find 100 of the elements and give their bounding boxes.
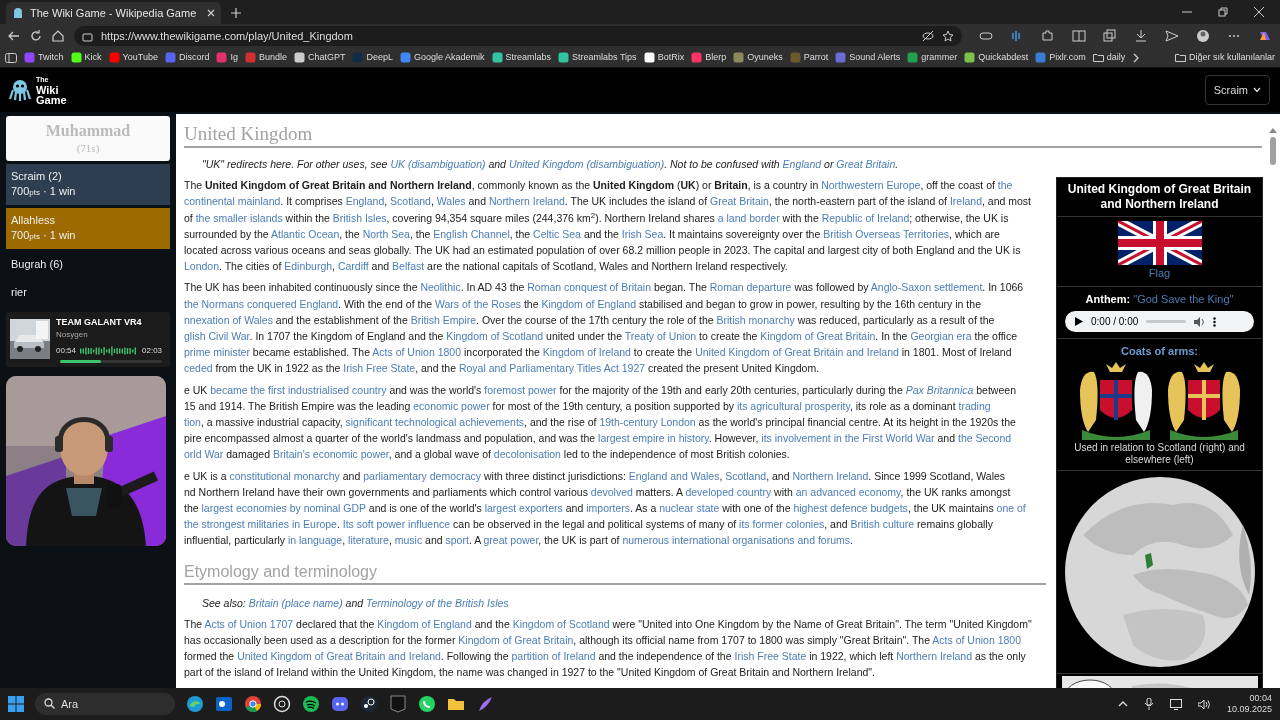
copilot-icon[interactable]: [1258, 29, 1272, 43]
link[interactable]: importers: [586, 502, 630, 515]
link[interactable]: Acts of Union 1800: [372, 346, 462, 359]
link[interactable]: Britain (place name): [248, 596, 343, 609]
chrome-icon[interactable]: [244, 695, 262, 713]
link[interactable]: a land border: [717, 211, 780, 224]
home-icon[interactable]: [52, 30, 64, 42]
bookmark[interactable]: grammer: [907, 50, 958, 65]
link[interactable]: Cardiff: [337, 260, 369, 273]
speaker-icon[interactable]: [1197, 698, 1211, 710]
bookmark[interactable]: Kick: [70, 50, 102, 65]
play-icon[interactable]: [1075, 317, 1083, 327]
audio-player[interactable]: 0:00 / 0:00: [1065, 311, 1254, 333]
link[interactable]: United Kingdom of Great Britain and Ireland: [695, 346, 899, 359]
link[interactable]: Treaty of Union: [624, 330, 697, 343]
link[interactable]: Pax Britannica: [905, 383, 974, 396]
music-app-icon[interactable]: [302, 695, 320, 713]
bookmark[interactable]: Ig: [216, 50, 238, 65]
link[interactable]: literature: [348, 534, 389, 547]
aperture-icon[interactable]: [273, 695, 291, 713]
link[interactable]: largest exporters: [484, 502, 563, 515]
link[interactable]: ceded: [184, 362, 213, 375]
link[interactable]: British Isles: [332, 211, 387, 224]
shield-app-icon[interactable]: [389, 695, 407, 713]
link[interactable]: Terminology of the British Isles: [366, 596, 509, 609]
chevron-icon[interactable]: [1132, 52, 1141, 63]
bookmark[interactable]: Streamlabs Tips: [558, 50, 637, 65]
user-menu-button[interactable]: Scraim: [1204, 74, 1270, 106]
link[interactable]: Neolithic: [420, 281, 461, 294]
link[interactable]: Wales: [436, 195, 466, 208]
bookmark[interactable]: Sound Alerts: [835, 50, 901, 65]
link[interactable]: Roman conquest of Britain: [527, 281, 651, 294]
tracking-icon[interactable]: [922, 30, 934, 42]
link[interactable]: one of: [996, 502, 1026, 515]
link[interactable]: British monarchy: [716, 313, 795, 326]
close-icon[interactable]: [207, 9, 215, 17]
split-screen-icon[interactable]: [1072, 29, 1086, 43]
link[interactable]: Ireland: [949, 195, 982, 208]
bookmark[interactable]: Google Akademik: [400, 50, 485, 65]
game-store-icon[interactable]: [360, 695, 378, 713]
close-icon[interactable]: [1254, 7, 1264, 17]
bookmark[interactable]: YouTube: [108, 50, 158, 65]
bookmark[interactable]: Streamlabs: [491, 50, 552, 65]
link[interactable]: 19th-century London: [599, 416, 696, 429]
link[interactable]: Acts of Union 1707: [204, 617, 294, 630]
link[interactable]: economic power: [413, 399, 490, 412]
bookmark[interactable]: Parrot: [789, 50, 829, 65]
link[interactable]: English Channel: [433, 227, 510, 240]
reload-icon[interactable]: [30, 30, 42, 42]
link[interactable]: nuclear state: [659, 502, 720, 515]
link[interactable]: prime minister: [184, 346, 250, 359]
link[interactable]: Roman departure: [709, 281, 792, 294]
link[interactable]: the strongest militaries in Europe: [184, 518, 337, 531]
browser-icon[interactable]: [186, 695, 204, 713]
link[interactable]: United Kingdom of Great Britain and Ireland: [237, 650, 441, 663]
link[interactable]: Wars of the Roses: [435, 297, 521, 310]
send-icon[interactable]: [1165, 29, 1179, 43]
bookmark[interactable]: BotRix: [643, 50, 685, 65]
link[interactable]: glish Civil War: [184, 330, 250, 343]
link[interactable]: foremost power: [484, 383, 557, 396]
link[interactable]: developed country: [685, 485, 772, 498]
link[interactable]: Kingdom of England: [377, 617, 472, 630]
collections-icon[interactable]: [1103, 29, 1117, 43]
bookmark[interactable]: Twitch: [24, 50, 64, 65]
link[interactable]: the Second: [957, 432, 1012, 445]
search-field[interactable]: Ara: [35, 693, 175, 715]
link[interactable]: its involvement in the First World War: [761, 432, 935, 445]
link[interactable]: Celtic Sea: [533, 227, 581, 240]
mail-icon[interactable]: [215, 695, 233, 713]
link[interactable]: Georgian era: [910, 330, 972, 343]
link[interactable]: Kingdom of England: [541, 297, 636, 310]
bookmark[interactable]: daily: [1092, 50, 1126, 65]
back-icon[interactable]: [8, 30, 20, 42]
sidebar-toggle-icon[interactable]: [5, 52, 17, 63]
link[interactable]: its agricultural prosperity: [736, 399, 850, 412]
link[interactable]: trading: [958, 399, 991, 412]
link[interactable]: sport: [445, 534, 469, 547]
anthem-link[interactable]: "God Save the King": [1133, 292, 1234, 305]
browser-tab[interactable]: The Wiki Game - Wikipedia Game: [6, 2, 221, 24]
bookmark[interactable]: DeepL: [352, 50, 393, 65]
bookmark[interactable]: Oyuneks: [733, 50, 783, 65]
link[interactable]: nnexation of Wales: [184, 313, 273, 326]
display-icon[interactable]: [1169, 698, 1182, 710]
start-icon[interactable]: [8, 696, 24, 712]
link[interactable]: Acts of Union 1800: [932, 634, 1022, 647]
bookmark[interactable]: Blerp: [691, 50, 727, 65]
scroll-up-icon[interactable]: [1268, 128, 1277, 133]
avatar-icon[interactable]: [1196, 29, 1210, 43]
link[interactable]: Irish Free State: [734, 650, 807, 663]
bookmark[interactable]: ChatGPT: [293, 50, 346, 65]
address-bar[interactable]: https://www.thewikigame.com/play/United_Kingdom: [74, 26, 962, 46]
link[interactable]: orld War: [184, 448, 224, 461]
more-icon[interactable]: [1213, 316, 1217, 327]
link[interactable]: Kingdom of Scotland: [446, 330, 544, 343]
link[interactable]: largest economies by nominal GDP: [201, 502, 366, 515]
link[interactable]: the: [997, 179, 1013, 192]
bookmark[interactable]: Diğer sık kullanılanlar: [1174, 50, 1275, 65]
link[interactable]: largest empire in history: [598, 432, 709, 445]
link[interactable]: highest defence budgets: [793, 502, 908, 515]
bookmark[interactable]: Pixlr.com: [1035, 50, 1086, 65]
